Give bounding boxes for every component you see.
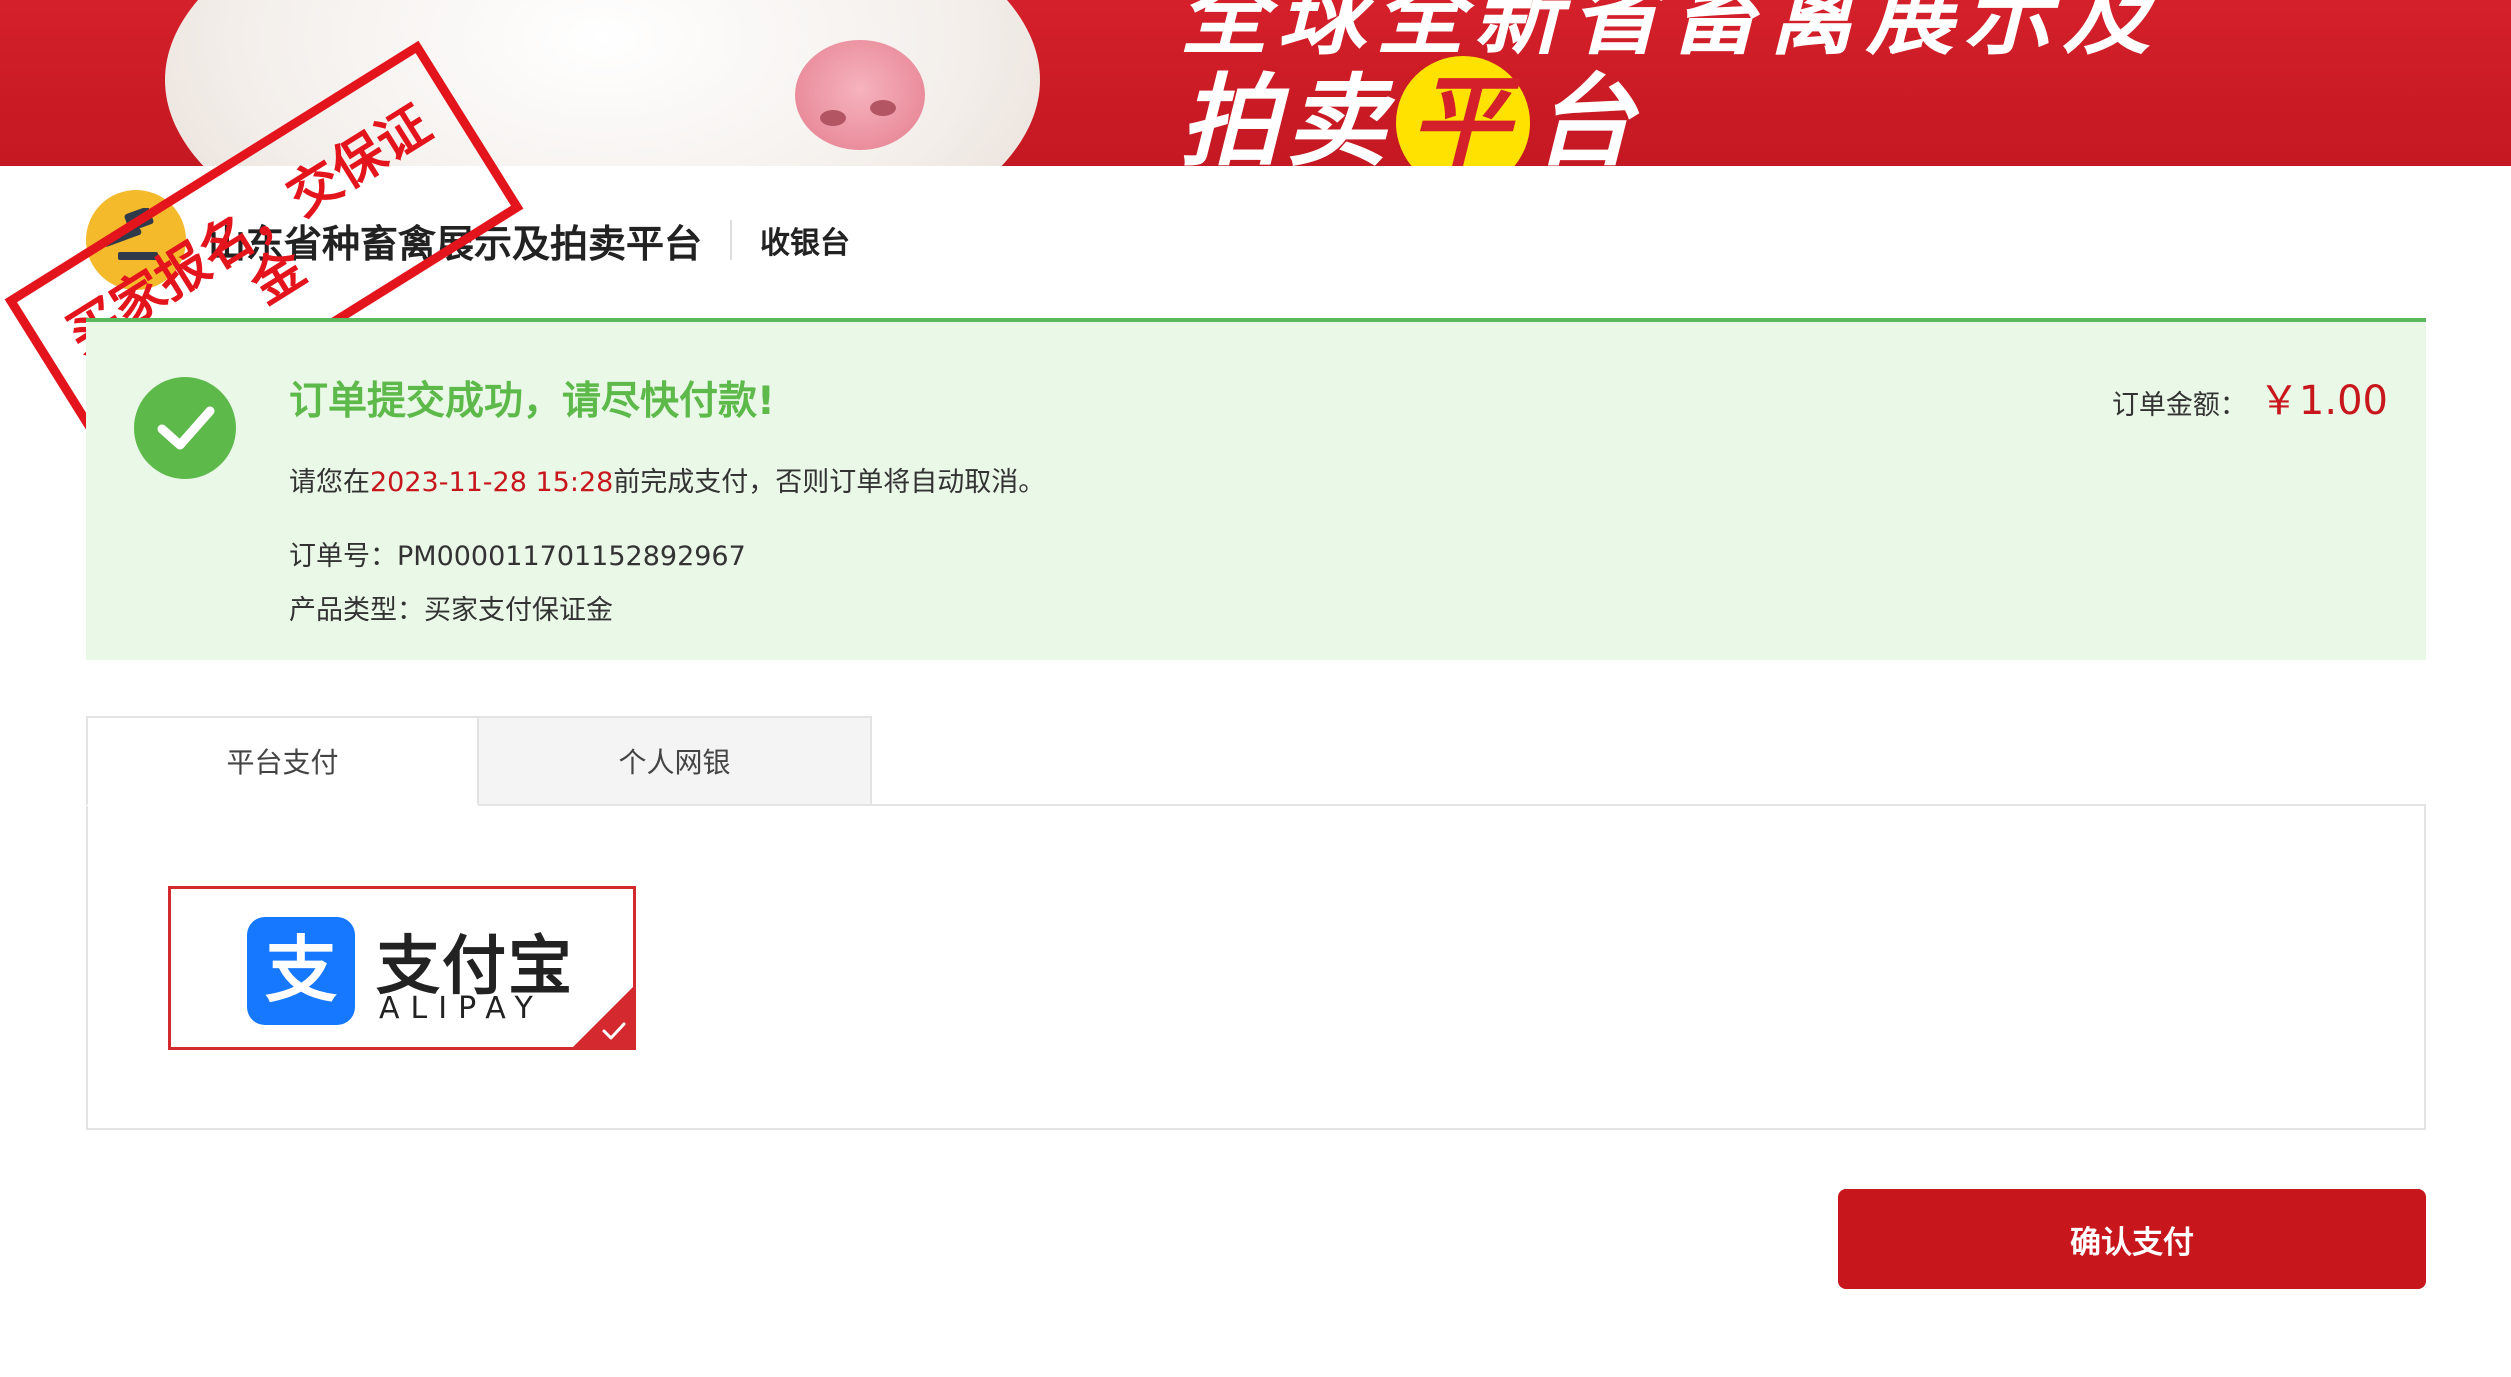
pig-nostril — [820, 110, 846, 126]
cashier-label: 收银台 — [760, 226, 851, 261]
order-amount: 订单金额： ￥1.00 — [2112, 368, 2388, 426]
order-number-value: PM000011701152892967 — [397, 541, 746, 572]
tab-personal-banking[interactable]: 个人网银 — [479, 716, 872, 806]
order-amount-value: ￥1.00 — [2258, 378, 2388, 424]
order-success-panel: 订单提交成功，请尽快付款! 请您在2023-11-28 15:28前完成支付，否… — [86, 318, 2426, 660]
selected-check-icon — [602, 1022, 626, 1040]
order-amount-label: 订单金额： — [2111, 390, 2247, 421]
product-type-label: 产品类型： — [289, 595, 424, 626]
alipay-icon: 支 — [247, 917, 355, 1025]
success-check-icon — [134, 377, 236, 479]
gavel-icon — [103, 208, 158, 260]
site-logo[interactable] — [86, 190, 186, 290]
alipay-option[interactable]: 支 支付宝 ALIPAY — [168, 886, 636, 1050]
product-type-row: 产品类型：买家支付保证金 — [289, 588, 613, 627]
payment-tabs: 平台支付 个人网银 — [86, 716, 872, 806]
svg-text:支: 支 — [265, 928, 337, 1012]
banner-slogan-ring: 平 — [1396, 55, 1530, 166]
tab-platform-payment[interactable]: 平台支付 — [86, 716, 479, 806]
top-banner: 全球全新省畜禽展示及 拍卖平台 — [0, 0, 2511, 166]
banner-slogan-part2: 台 — [1534, 63, 1640, 166]
product-type-value: 买家支付保证金 — [424, 595, 613, 626]
pig-snout — [795, 40, 925, 150]
site-header: 山东省种畜禽展示及拍卖平台 收银台 — [86, 190, 850, 290]
deadline-suffix: 前完成支付，否则订单将自动取消。 — [613, 467, 1046, 498]
order-number-row: 订单号：PM000011701152892967 — [289, 534, 746, 573]
confirm-payment-button[interactable]: 确认支付 — [1838, 1189, 2426, 1289]
order-success-title: 订单提交成功，请尽快付款! — [289, 379, 775, 424]
banner-slogan-part1: 拍卖 — [1180, 63, 1392, 166]
alipay-name-en: ALIPAY — [379, 991, 544, 1026]
deadline-time: 2023-11-28 15:28 — [370, 467, 614, 498]
order-number-label: 订单号： — [289, 541, 397, 572]
payment-deadline-text: 请您在2023-11-28 15:28前完成支付，否则订单将自动取消。 — [289, 460, 1045, 499]
site-name[interactable]: 山东省种畜禽展示及拍卖平台 — [208, 213, 702, 268]
payment-methods-panel: 支 支付宝 ALIPAY — [86, 804, 2426, 1130]
banner-slogan: 拍卖平台 — [1180, 40, 1640, 166]
header-divider — [730, 220, 733, 260]
pig-nostril — [870, 100, 896, 116]
deadline-prefix: 请您在 — [289, 467, 370, 498]
